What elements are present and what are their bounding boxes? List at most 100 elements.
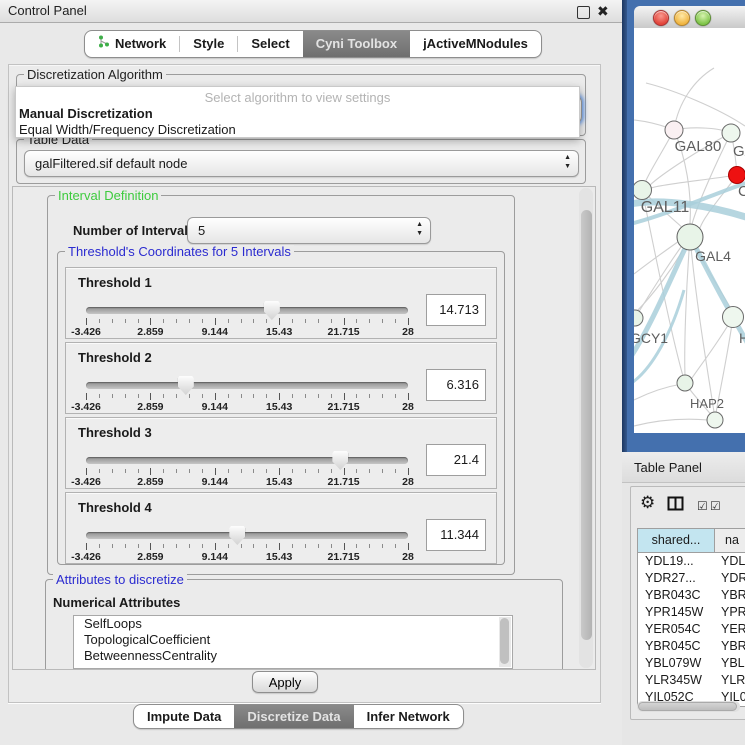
tab-style[interactable]: Style (180, 31, 237, 57)
cell-name[interactable]: YBL0 (715, 655, 745, 672)
tab-jactivemnodules[interactable]: jActiveMNodules (410, 31, 541, 57)
table-hscrollbar[interactable] (637, 701, 740, 712)
network-node[interactable] (677, 224, 703, 250)
cell-name[interactable]: YBR0 (715, 638, 745, 655)
attributes-scrollbar[interactable] (499, 617, 511, 667)
cell-shared-name[interactable]: YBR045C (638, 638, 715, 655)
table-row[interactable]: YBL079WYBL0 (638, 655, 745, 672)
checkbox-icon[interactable]: ☑ (697, 499, 708, 513)
node-label[interactable]: GA (733, 143, 745, 160)
cell-shared-name[interactable]: YBL079W (638, 655, 715, 672)
cell-name[interactable]: YER0 (715, 621, 745, 638)
table-row[interactable]: YER054CYER0 (638, 621, 745, 638)
column-header-shared-name[interactable]: shared... (638, 529, 715, 552)
tab-network[interactable]: Network (85, 31, 179, 57)
table-row[interactable]: YDL19...YDL1 (638, 553, 745, 570)
threshold-slider[interactable]: -3.4262.8599.14415.4321.71528 (86, 525, 408, 559)
attribute-item[interactable]: SelfLoops (74, 616, 512, 632)
table-hscrollbar-thumb[interactable] (638, 702, 737, 711)
numerical-attributes-list[interactable]: SelfLoopsTopologicalCoefficientBetweenne… (73, 615, 513, 669)
node-label[interactable]: GCY1 (634, 330, 668, 346)
table-row[interactable]: YDR27...YDR2 (638, 570, 745, 587)
numerical-attributes-label: Numerical Attributes (53, 595, 180, 610)
node-label[interactable]: H (739, 330, 745, 346)
close-traffic-light[interactable] (653, 10, 669, 26)
cell-shared-name[interactable]: YDR27... (638, 570, 715, 587)
cell-shared-name[interactable]: YLR345W (638, 672, 715, 689)
cell-name[interactable]: YPR1 (715, 604, 745, 621)
threshold-slider[interactable]: -3.4262.8599.14415.4321.71528 (86, 375, 408, 409)
network-node[interactable] (634, 310, 643, 326)
cell-name[interactable]: YDR2 (715, 570, 745, 587)
bottom-tab-infer-network[interactable]: Infer Network (354, 705, 463, 728)
network-node[interactable] (729, 167, 745, 184)
cell-name[interactable]: YBR0 (715, 587, 745, 604)
node-attribute-table[interactable]: shared... na YDL19...YDL1YDR27...YDR2YBR… (637, 528, 745, 707)
bottom-tab-impute-data[interactable]: Impute Data (134, 705, 234, 728)
num-intervals-select[interactable]: 5 ▲▼ (187, 217, 431, 244)
algorithm-hint: Select algorithm to view settings (16, 90, 579, 105)
table-row[interactable]: YBR043CYBR0 (638, 587, 745, 604)
cell-shared-name[interactable]: YER054C (638, 621, 715, 638)
threshold-panel: Threshold 2 -3.4262.8599.14415.4321.71528… (65, 342, 497, 414)
table-header-row: shared... na (638, 529, 745, 553)
bottom-tab-discretize-data[interactable]: Discretize Data (234, 705, 353, 728)
threshold-label: Threshold 4 (78, 500, 152, 515)
table-row[interactable]: YBR045CYBR0 (638, 638, 745, 655)
table-toolbar: ⚙ ☑ ☑ (631, 491, 745, 521)
minimize-traffic-light[interactable] (674, 10, 690, 26)
threshold-value-field[interactable]: 6.316 (426, 369, 486, 401)
attribute-item[interactable]: BetweennessCentrality (74, 648, 512, 664)
column-header-name[interactable]: na (715, 529, 745, 552)
split-columns-icon[interactable] (667, 496, 684, 511)
threshold-value-field[interactable]: 11.344 (426, 519, 486, 551)
tab-bar: Network StyleSelectCyni ToolboxjActiveMNo… (84, 30, 542, 58)
node-label[interactable]: GAL80 (675, 138, 722, 155)
stepper-arrows-icon: ▲▼ (564, 153, 571, 171)
settings-scrollbar-thumb[interactable] (581, 210, 592, 640)
algorithm-group-title: Discretization Algorithm (24, 68, 166, 82)
close-panel-icon[interactable]: ✖ (597, 3, 609, 20)
checkbox-icon[interactable]: ☑ (710, 499, 721, 513)
float-panel-icon[interactable] (577, 6, 590, 19)
gear-icon[interactable]: ⚙ (640, 493, 655, 513)
attribute-item[interactable]: TopologicalCoefficient (74, 632, 512, 648)
threshold-slider[interactable]: -3.4262.8599.14415.4321.71528 (86, 450, 408, 484)
node-label[interactable]: HAP2 (690, 396, 724, 411)
network-node[interactable] (722, 124, 740, 142)
threshold-panel: Threshold 4 -3.4262.8599.14415.4321.71528… (65, 492, 497, 564)
threshold-label: Threshold 2 (78, 350, 152, 365)
network-node[interactable] (707, 412, 723, 428)
tab-label: Network (115, 31, 166, 57)
table-body: YDL19...YDL1YDR27...YDR2YBR043CYBR0YPR14… (638, 553, 745, 706)
zoom-traffic-light[interactable] (695, 10, 711, 26)
cell-shared-name[interactable]: YPR145W (638, 604, 715, 621)
panel-title: Control Panel (8, 3, 87, 18)
tab-select[interactable]: Select (238, 31, 302, 57)
network-node[interactable] (665, 121, 683, 139)
threshold-value-field[interactable]: 21.4 (426, 444, 486, 476)
settings-scrollbar[interactable] (579, 188, 593, 668)
threshold-value-field[interactable]: 14.713 (426, 294, 486, 326)
node-label[interactable]: GAL11 (641, 199, 690, 216)
node-label[interactable]: GAL4 (695, 248, 731, 264)
cell-shared-name[interactable]: YDL19... (638, 553, 715, 570)
table-row[interactable]: YLR345WYLR3 (638, 672, 745, 689)
cell-name[interactable]: YDL1 (715, 553, 745, 570)
tab-cyni-toolbox[interactable]: Cyni Toolbox (303, 31, 410, 57)
network-node[interactable] (677, 375, 693, 391)
cell-shared-name[interactable]: YBR043C (638, 587, 715, 604)
table-data-select[interactable]: galFiltered.sif default node ▲▼ (24, 150, 579, 177)
network-canvas[interactable]: GAL80 GA C GAL11 GAL4 GCY1 H HAP2 (634, 28, 745, 433)
threshold-panel: Threshold 3-3.4262.8599.14415.4321.71528… (65, 417, 497, 489)
table-row[interactable]: YPR145WYPR1 (638, 604, 745, 621)
network-node[interactable] (634, 181, 652, 200)
node-label[interactable]: C (738, 183, 745, 200)
network-window-titlebar (634, 6, 745, 29)
network-node[interactable] (723, 307, 744, 328)
algorithm-option[interactable]: Equal Width/Frequency Discretization (19, 122, 236, 137)
cell-name[interactable]: YLR3 (715, 672, 745, 689)
algorithm-option[interactable]: Manual Discretization (19, 106, 153, 121)
threshold-slider[interactable]: -3.4262.8599.14415.4321.71528 (86, 300, 408, 334)
apply-button[interactable]: Apply (252, 671, 318, 693)
